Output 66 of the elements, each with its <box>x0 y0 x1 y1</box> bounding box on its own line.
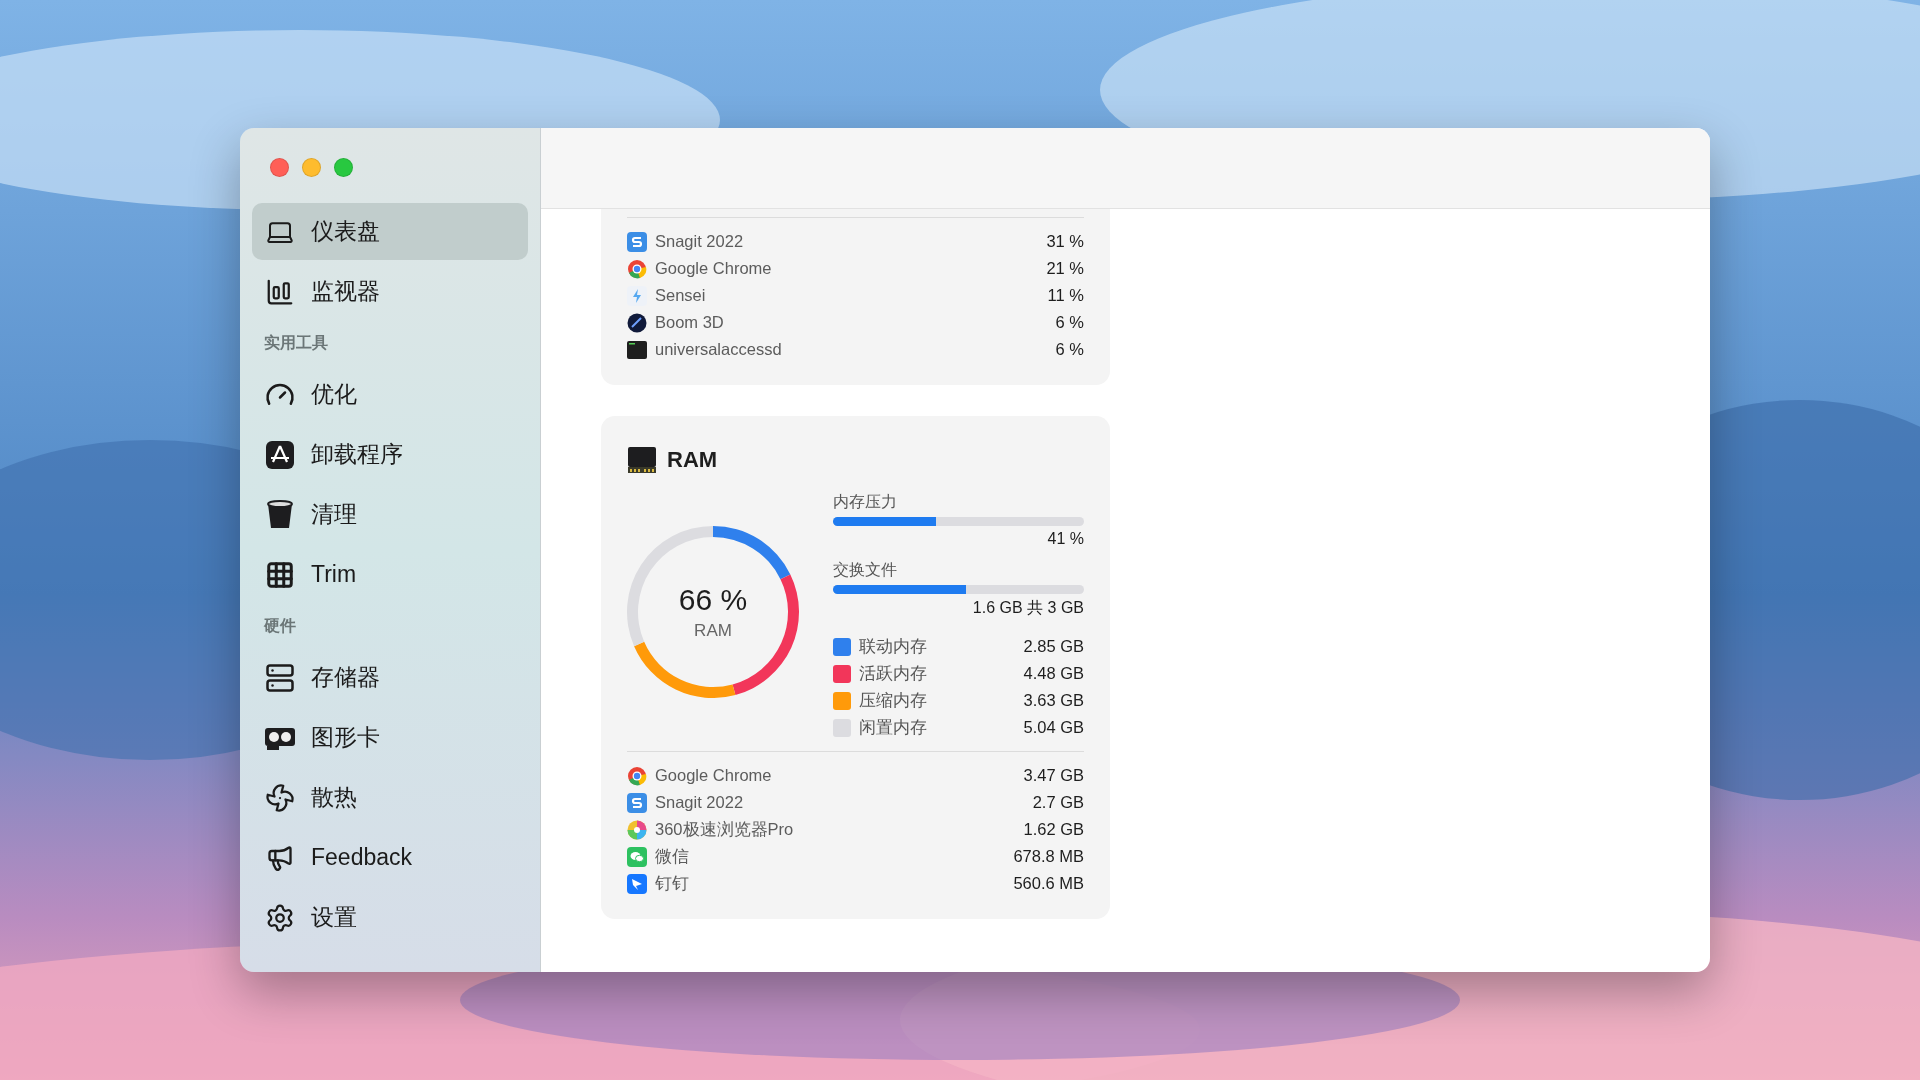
sidebar-item[interactable]: 存储器 <box>252 649 528 706</box>
sidebar-item[interactable]: 仪表盘 <box>252 203 528 260</box>
app-store-icon <box>264 438 296 471</box>
pinwheel-icon <box>627 819 647 840</box>
legend-value: 3.63 GB <box>1023 691 1084 710</box>
sidebar-item[interactable]: 卸载程序 <box>252 426 528 483</box>
process-value: 6 % <box>1055 340 1084 359</box>
process-value: 31 % <box>1046 232 1084 251</box>
process-name: Google Chrome <box>655 259 773 278</box>
process-value: 21 % <box>1046 259 1084 278</box>
process-value: 2.7 GB <box>1032 793 1084 812</box>
server-icon <box>264 661 296 694</box>
legend-value: 2.85 GB <box>1023 637 1084 656</box>
legend-label: 压缩内存 <box>859 689 928 711</box>
process-name: 360极速浏览器Pro <box>655 818 795 840</box>
chat-icon <box>627 846 647 867</box>
minimize-button[interactable] <box>302 158 321 177</box>
close-button[interactable] <box>270 158 289 177</box>
lightning-icon <box>627 285 647 306</box>
gauge-value: 66 % <box>678 583 748 617</box>
meter-label: 交换文件 <box>833 560 897 580</box>
sidebar-item[interactable]: Trim <box>252 546 528 603</box>
legend-label: 联动内存 <box>859 635 928 657</box>
process-value: 560.6 MB <box>1013 874 1084 893</box>
memory-chip-icon <box>627 446 657 474</box>
meter-reading: 41 % <box>1047 530 1084 548</box>
sidebar-item[interactable]: 图形卡 <box>252 709 528 766</box>
process-name: Google Chrome <box>655 766 773 785</box>
legend-label: 活跃内存 <box>859 662 928 684</box>
sidebar-item[interactable]: 设置 <box>252 889 528 946</box>
snagit-icon <box>627 792 647 813</box>
legend-value: 4.48 GB <box>1023 664 1084 683</box>
process-name: Snagit 2022 <box>655 793 745 812</box>
section-header: 实用工具 <box>263 333 329 353</box>
process-name: 钉钉 <box>655 872 690 894</box>
arrow-app-icon <box>627 873 647 894</box>
process-name: 微信 <box>655 845 690 867</box>
section-header: 硬件 <box>263 616 297 636</box>
sidebar-item[interactable]: 散热 <box>252 769 528 826</box>
sidebar-item[interactable]: 优化 <box>252 366 528 423</box>
meter-label: 内存压力 <box>833 492 897 512</box>
terminal-icon <box>627 339 647 360</box>
boom-icon <box>627 312 647 333</box>
process-value: 6 % <box>1055 313 1084 332</box>
legend-label: 闲置内存 <box>859 716 928 738</box>
fan-icon <box>264 781 296 814</box>
chrome-icon <box>627 765 647 786</box>
process-name: Snagit 2022 <box>655 232 745 251</box>
snagit-icon <box>627 231 647 252</box>
process-name: Boom 3D <box>655 313 725 332</box>
process-value: 3.47 GB <box>1023 766 1084 785</box>
bucket-icon <box>264 498 296 531</box>
sidebar-item[interactable]: 监视器 <box>252 263 528 320</box>
sidebar-item[interactable]: 清理 <box>252 486 528 543</box>
process-value: 678.8 MB <box>1013 847 1084 866</box>
meter-reading: 1.6 GB 共 3 GB <box>972 598 1084 618</box>
sidebar-item[interactable]: Feedback <box>252 829 528 886</box>
legend-value: 5.04 GB <box>1023 718 1084 737</box>
gauge-label: RAM <box>694 621 732 641</box>
process-name: Sensei <box>655 286 707 305</box>
process-name: universalaccessd <box>655 340 783 359</box>
zoom-button[interactable] <box>334 158 353 177</box>
chrome-icon <box>627 258 647 279</box>
process-value: 11 % <box>1047 286 1084 305</box>
card-title: RAM <box>667 447 718 473</box>
process-value: 1.62 GB <box>1023 820 1084 839</box>
